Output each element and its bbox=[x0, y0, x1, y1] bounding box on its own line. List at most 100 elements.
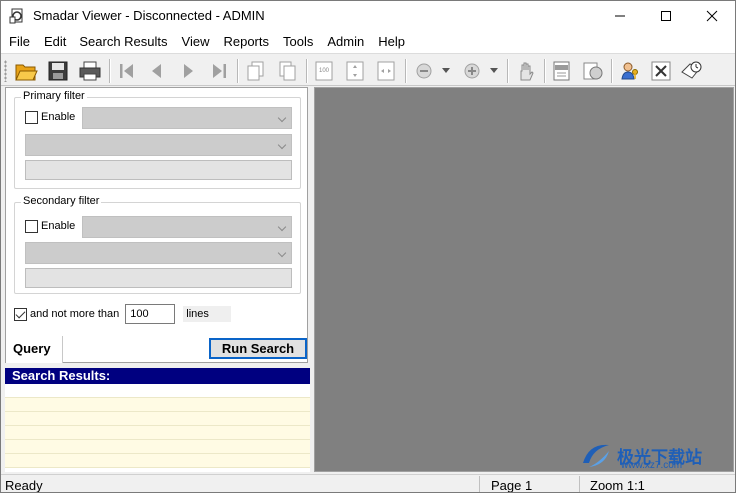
next-page-button[interactable] bbox=[175, 58, 201, 84]
zoom-in-dropdown[interactable] bbox=[485, 58, 503, 84]
menu-reports[interactable]: Reports bbox=[223, 31, 269, 53]
toolbar-separator bbox=[405, 59, 407, 83]
status-bar: Ready Page 1 Zoom 1:1 bbox=[1, 474, 735, 493]
secondary-operator-select[interactable] bbox=[25, 242, 292, 264]
hand-pan-icon bbox=[520, 62, 534, 81]
zoom-100-icon: 100 bbox=[315, 61, 333, 81]
open-folder-icon bbox=[15, 64, 38, 81]
report-preview-area[interactable] bbox=[314, 87, 734, 472]
zoom-100-label: 100 bbox=[319, 68, 330, 74]
close-icon bbox=[706, 10, 718, 22]
fit-page-icon bbox=[346, 61, 364, 81]
scheduler-button[interactable] bbox=[679, 58, 705, 84]
toolbar-separator bbox=[237, 59, 239, 83]
secondary-filter-title: Secondary filter bbox=[21, 195, 102, 207]
menu-bar: File Edit Search Results View Reports To… bbox=[1, 31, 735, 53]
limit-checkbox[interactable] bbox=[14, 307, 27, 321]
status-page: Page 1 bbox=[491, 478, 533, 493]
scheduler-icon bbox=[681, 61, 702, 79]
fit-width-button[interactable] bbox=[373, 58, 399, 84]
save-button[interactable] bbox=[45, 58, 71, 84]
maximize-button[interactable] bbox=[643, 1, 689, 31]
list-item[interactable] bbox=[5, 384, 310, 398]
app-window: Smadar Viewer - Disconnected - ADMIN Fil… bbox=[0, 0, 736, 493]
menu-edit[interactable]: Edit bbox=[44, 31, 66, 53]
app-logo-icon bbox=[9, 8, 23, 24]
toolbar-grip[interactable] bbox=[4, 60, 7, 82]
status-divider bbox=[479, 476, 480, 492]
print-button[interactable] bbox=[77, 58, 103, 84]
previous-page-icon bbox=[152, 64, 161, 78]
primary-filter-group: Primary filter Enable bbox=[14, 90, 301, 189]
limit-label: and not more than bbox=[30, 308, 120, 320]
primary-filter-title: Primary filter bbox=[21, 90, 87, 102]
primary-enable-checkbox[interactable]: Enable bbox=[25, 107, 81, 127]
copy-page-button[interactable] bbox=[243, 58, 269, 84]
paste-page-icon bbox=[279, 61, 296, 81]
primary-operator-select[interactable] bbox=[25, 134, 292, 156]
tab-query[interactable]: Query bbox=[6, 336, 63, 363]
minimize-button[interactable] bbox=[597, 1, 643, 31]
fit-page-button[interactable] bbox=[342, 58, 368, 84]
menu-view[interactable]: View bbox=[182, 31, 210, 53]
last-page-button[interactable] bbox=[206, 58, 232, 84]
chevron-down-icon bbox=[277, 113, 287, 123]
secondary-value-input[interactable] bbox=[25, 268, 292, 288]
menu-admin[interactable]: Admin bbox=[327, 31, 364, 53]
print-icon bbox=[79, 61, 101, 81]
paste-page-button[interactable] bbox=[274, 58, 300, 84]
toolbar-separator bbox=[306, 59, 308, 83]
search-results-header: Search Results: bbox=[5, 368, 310, 384]
user-key-icon bbox=[621, 62, 638, 80]
secondary-field-select[interactable] bbox=[82, 216, 292, 238]
menu-search-results[interactable]: Search Results bbox=[79, 31, 167, 53]
list-item[interactable] bbox=[5, 398, 310, 412]
zoom-100-button[interactable]: 100 bbox=[311, 58, 337, 84]
copy-page-icon bbox=[247, 61, 264, 81]
chevron-down-icon bbox=[277, 140, 287, 150]
zoom-out-dropdown[interactable] bbox=[437, 58, 455, 84]
limit-input[interactable] bbox=[125, 304, 176, 324]
result-limit-row: and not more than lines bbox=[14, 303, 231, 325]
secondary-enable-label: Enable bbox=[41, 220, 76, 232]
zoom-in-button[interactable] bbox=[459, 58, 485, 84]
checkbox-box[interactable] bbox=[25, 219, 38, 233]
open-button[interactable] bbox=[13, 58, 39, 84]
list-item[interactable] bbox=[5, 454, 310, 468]
secondary-filter-group: Secondary filter Enable bbox=[14, 195, 301, 294]
chevron-down-icon bbox=[490, 68, 498, 73]
toolbar-separator bbox=[544, 59, 546, 83]
close-button[interactable] bbox=[689, 1, 735, 31]
web-icon bbox=[583, 62, 603, 80]
checkbox-box[interactable] bbox=[25, 110, 38, 124]
hand-pan-button[interactable] bbox=[513, 58, 539, 84]
primary-value-input[interactable] bbox=[25, 160, 292, 180]
secondary-enable-checkbox[interactable]: Enable bbox=[25, 216, 81, 236]
list-item[interactable] bbox=[5, 426, 310, 440]
first-page-icon bbox=[120, 64, 133, 78]
zoom-out-button[interactable] bbox=[411, 58, 437, 84]
lines-label: lines bbox=[183, 306, 231, 322]
previous-page-button[interactable] bbox=[144, 58, 170, 84]
tools-icon bbox=[651, 61, 671, 81]
menu-help[interactable]: Help bbox=[378, 31, 405, 53]
tools-button[interactable] bbox=[648, 58, 674, 84]
user-permissions-button[interactable] bbox=[617, 58, 643, 84]
status-text: Ready bbox=[5, 478, 43, 493]
chevron-down-icon bbox=[442, 68, 450, 73]
next-page-icon bbox=[184, 64, 193, 78]
list-item[interactable] bbox=[5, 440, 310, 454]
toolbar-separator bbox=[507, 59, 509, 83]
list-item[interactable] bbox=[5, 412, 310, 426]
web-button[interactable] bbox=[580, 58, 606, 84]
menu-tools[interactable]: Tools bbox=[283, 31, 313, 53]
export-pdf-button[interactable] bbox=[549, 58, 575, 84]
first-page-button[interactable] bbox=[114, 58, 140, 84]
watermark-icon bbox=[583, 444, 609, 467]
primary-field-select[interactable] bbox=[82, 107, 292, 129]
menu-file[interactable]: File bbox=[9, 31, 30, 53]
search-results-list[interactable] bbox=[5, 384, 310, 472]
toolbar: 100 bbox=[1, 53, 735, 86]
run-search-button[interactable]: Run Search bbox=[209, 338, 307, 359]
filter-area: Primary filter Enable Secondary filter E… bbox=[5, 87, 308, 363]
